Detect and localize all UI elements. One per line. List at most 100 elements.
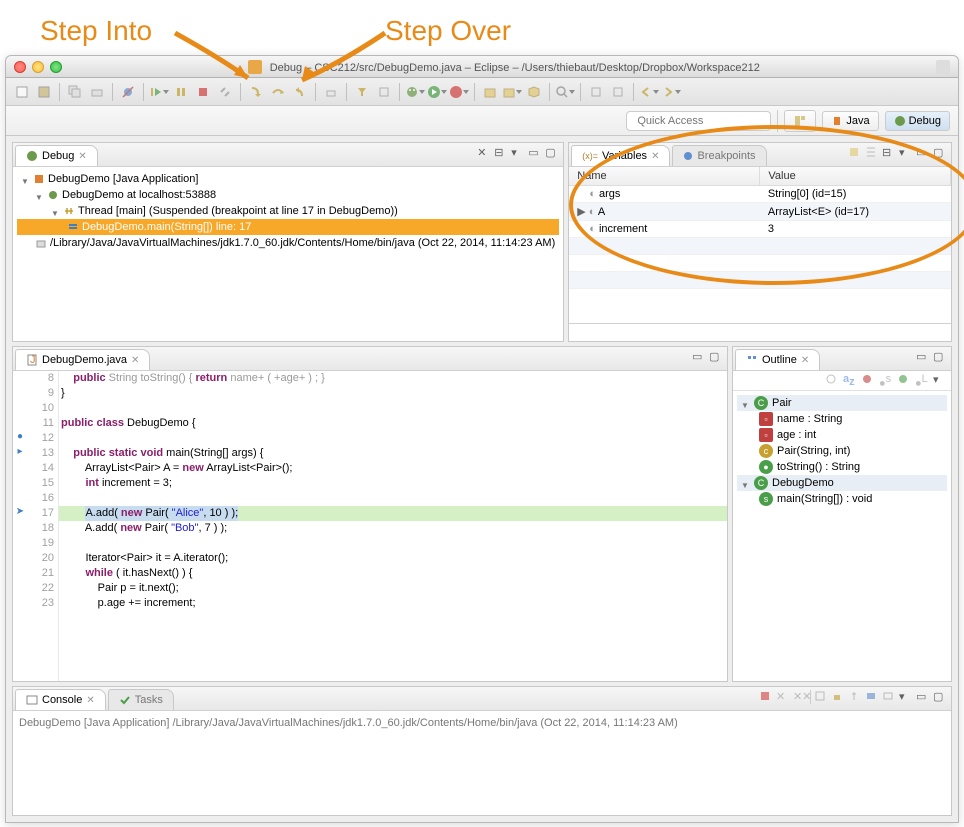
search-button[interactable]	[555, 82, 575, 102]
console-panel: Console ✕ Tasks ✕ ✕✕ ▾ ▭	[12, 686, 952, 816]
col-name[interactable]: Name	[569, 167, 760, 186]
outline-row[interactable]: ●toString() : String	[737, 459, 947, 475]
ext-tools-dropdown[interactable]	[449, 82, 469, 102]
show-type-icon[interactable]	[848, 146, 862, 160]
outline-row[interactable]: CPair	[737, 395, 947, 411]
variables-tab[interactable]: (x)= Variables ✕	[571, 145, 670, 166]
tree-row-thread[interactable]: Thread [main] (Suspended (breakpoint at …	[17, 203, 559, 219]
maximize-icon[interactable]: ▢	[933, 350, 947, 364]
new-button[interactable]	[12, 82, 32, 102]
focus-icon[interactable]	[825, 373, 839, 387]
collapse-icon[interactable]: ⊟	[494, 146, 508, 160]
remove-launch-icon[interactable]: ✕	[776, 690, 790, 704]
line-number-gutter[interactable]: 8 9 10 11 12 13 14 15 16 17 18 19 20 21	[27, 371, 59, 681]
hide-static-icon[interactable]: ●s	[879, 373, 893, 387]
code-body[interactable]: public String toString() { return name+ …	[59, 371, 727, 681]
variable-detail-pane[interactable]	[569, 323, 951, 341]
document-icon[interactable]	[936, 60, 950, 74]
open-console-icon[interactable]	[882, 690, 896, 704]
close-icon[interactable]: ✕	[78, 151, 86, 162]
minimize-icon[interactable]: ▭	[916, 350, 930, 364]
outline-row[interactable]: smain(String[]) : void	[737, 491, 947, 507]
breakpoints-tab[interactable]: Breakpoints	[672, 145, 766, 166]
minimize-icon[interactable]: ▭	[692, 350, 706, 364]
tree-row-target[interactable]: DebugDemo at localhost:53888	[17, 187, 559, 203]
view-menu-icon[interactable]: ▾	[933, 373, 947, 387]
quick-access-input[interactable]	[626, 111, 771, 131]
tree-row-frame[interactable]: DebugDemo.main(String[]) line: 17	[17, 219, 559, 235]
logical-struct-icon[interactable]	[865, 146, 879, 160]
tree-row-process[interactable]: /Library/Java/JavaVirtualMachines/jdk1.7…	[17, 235, 559, 251]
terminate-icon[interactable]	[759, 690, 773, 704]
maximize-icon[interactable]: ▢	[709, 350, 723, 364]
scroll-lock-icon[interactable]	[831, 690, 845, 704]
save-all-button[interactable]	[65, 82, 85, 102]
close-button[interactable]	[14, 61, 26, 73]
forward-button[interactable]	[661, 82, 681, 102]
debug-tab[interactable]: Debug ✕	[15, 145, 98, 166]
open-perspective-button[interactable]	[784, 110, 816, 132]
save-button[interactable]	[34, 82, 54, 102]
var-row[interactable]: ◐ increment3	[569, 221, 950, 238]
debug-tree[interactable]: DebugDemo [Java Application] DebugDemo a…	[13, 167, 563, 341]
pin-console-icon[interactable]	[848, 690, 862, 704]
code-editor[interactable]: ● ▸ ➤ 8 9 10 11 12 13 14 15 16	[13, 371, 727, 681]
breakpoint-marker[interactable]: ●	[13, 431, 27, 446]
open-type-button[interactable]	[524, 82, 544, 102]
remove-icon[interactable]: ✕	[477, 146, 491, 160]
var-row[interactable]: ◐ argsString[0] (id=15)	[569, 186, 950, 203]
step-over-button[interactable]	[268, 82, 288, 102]
debug-perspective-button[interactable]: Debug	[885, 111, 950, 131]
editor-tab[interactable]: J DebugDemo.java ✕	[15, 349, 150, 370]
console-body[interactable]: DebugDemo [Java Application] /Library/Ja…	[13, 711, 951, 815]
outline-row[interactable]: ▫name : String	[737, 411, 947, 427]
remove-all-icon[interactable]: ✕✕	[793, 690, 807, 704]
new-package-button[interactable]	[480, 82, 500, 102]
minimize-icon[interactable]: ▭	[916, 146, 930, 160]
view-menu-icon[interactable]: ▾	[899, 146, 913, 160]
maximize-icon[interactable]: ▢	[933, 690, 947, 704]
skip-breakpoints-button[interactable]	[118, 82, 138, 102]
outline-row[interactable]: ▫age : int	[737, 427, 947, 443]
resume-button[interactable]	[149, 82, 169, 102]
display-console-icon[interactable]	[865, 690, 879, 704]
clear-console-icon[interactable]	[814, 690, 828, 704]
collapse-icon[interactable]: ⊟	[882, 146, 896, 160]
maximize-icon[interactable]: ▢	[545, 146, 559, 160]
var-row[interactable]: ▶ ◐ AArrayList<E> (id=17)	[569, 203, 950, 221]
sort-icon[interactable]: az	[843, 373, 857, 387]
view-menu-icon[interactable]: ▾	[511, 146, 525, 160]
fold-marker[interactable]: ▸	[13, 446, 27, 461]
col-value[interactable]: Value	[760, 167, 951, 186]
close-icon[interactable]: ✕	[86, 695, 94, 706]
java-perspective-button[interactable]: Java	[822, 111, 878, 131]
run-dropdown[interactable]	[427, 82, 447, 102]
marker-column[interactable]: ● ▸ ➤	[13, 371, 27, 681]
hide-local-icon[interactable]: ●L	[915, 373, 929, 387]
minimize-icon[interactable]: ▭	[528, 146, 542, 160]
outline-row[interactable]: cPair(String, int)	[737, 443, 947, 459]
tree-row-app[interactable]: DebugDemo [Java Application]	[17, 171, 559, 187]
outline-tree[interactable]: CPair ▫name : String ▫age : int cPair(St…	[733, 391, 951, 681]
close-icon[interactable]: ✕	[131, 355, 139, 366]
variables-table[interactable]: Name Value ◐ argsString[0] (id=15) ▶ ◐ A…	[569, 167, 951, 323]
close-icon[interactable]: ✕	[651, 151, 659, 162]
debug-dropdown[interactable]	[405, 82, 425, 102]
hide-nonpublic-icon[interactable]	[897, 373, 911, 387]
annotation-nav-button[interactable]	[608, 82, 628, 102]
new-class-button[interactable]	[502, 82, 522, 102]
outline-row[interactable]: CDebugDemo	[737, 475, 947, 491]
print-button[interactable]	[87, 82, 107, 102]
console-tab[interactable]: Console ✕	[15, 689, 106, 710]
hide-fields-icon[interactable]	[861, 373, 875, 387]
close-icon[interactable]: ✕	[801, 355, 809, 366]
toggle-mark-button[interactable]	[586, 82, 606, 102]
maximize-icon[interactable]: ▢	[933, 146, 947, 160]
maximize-button[interactable]	[50, 61, 62, 73]
back-button[interactable]	[639, 82, 659, 102]
view-menu-icon[interactable]: ▾	[899, 690, 913, 704]
tasks-tab[interactable]: Tasks	[108, 689, 174, 710]
minimize-icon[interactable]: ▭	[916, 690, 930, 704]
outline-tab[interactable]: Outline ✕	[735, 349, 820, 370]
minimize-button[interactable]	[32, 61, 44, 73]
